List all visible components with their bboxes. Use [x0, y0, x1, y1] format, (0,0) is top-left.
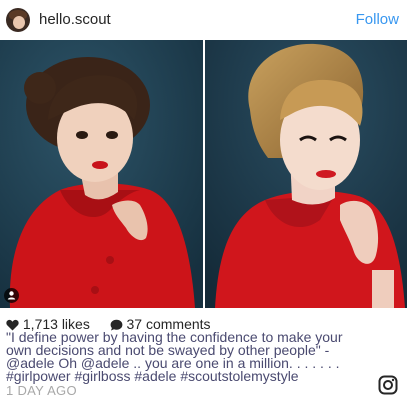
post-photo-artwork [0, 40, 407, 308]
caption-hashtags[interactable]: #girlpower #girlboss #adele #scoutstolem… [6, 369, 378, 383]
avatar-face [13, 16, 25, 29]
person-tag-icon[interactable] [4, 288, 19, 303]
post-timestamp: 1 DAY AGO [6, 383, 77, 398]
username[interactable]: hello.scout [39, 11, 111, 28]
post-header: hello.scout Follow [0, 0, 407, 40]
avatar[interactable] [6, 8, 30, 32]
follow-button[interactable]: Follow [356, 11, 399, 28]
post-photo[interactable] [0, 40, 407, 308]
instagram-glyph-icon[interactable] [378, 375, 398, 395]
post-caption: "I define power by having the confidence… [6, 330, 378, 383]
